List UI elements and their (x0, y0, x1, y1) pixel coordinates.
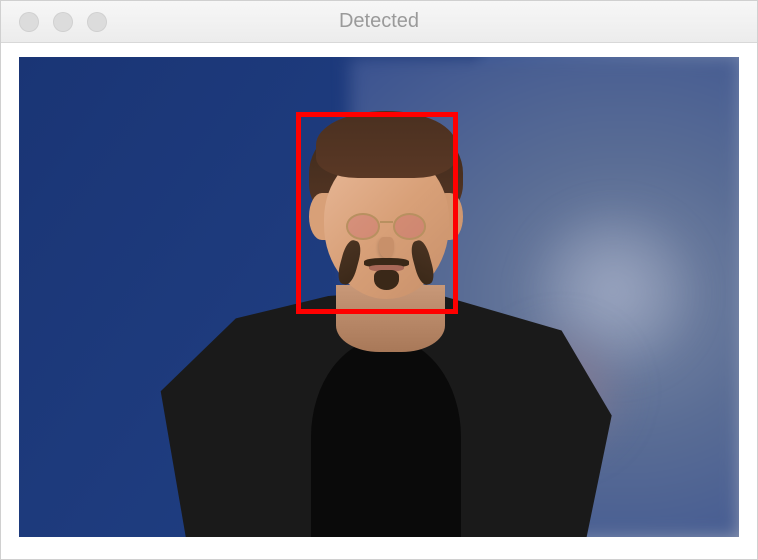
titlebar: Detected (1, 1, 757, 43)
bridge (380, 221, 393, 226)
lens (393, 213, 427, 240)
head (294, 104, 478, 316)
beard (408, 238, 436, 286)
image-viewport (19, 57, 739, 537)
maximize-button[interactable] (87, 12, 107, 32)
beard (336, 238, 364, 286)
clothing-shirt (311, 338, 461, 537)
app-window: Detected (0, 0, 758, 560)
window-controls (1, 12, 107, 32)
close-button[interactable] (19, 12, 39, 32)
detected-image (19, 57, 739, 537)
nose (379, 237, 394, 258)
window-title: Detected (1, 10, 757, 33)
lens (346, 213, 380, 240)
hair (316, 111, 456, 179)
content-area (1, 43, 757, 559)
person-figure (177, 95, 595, 537)
glasses-icon (346, 213, 426, 240)
goatee (374, 270, 399, 291)
minimize-button[interactable] (53, 12, 73, 32)
